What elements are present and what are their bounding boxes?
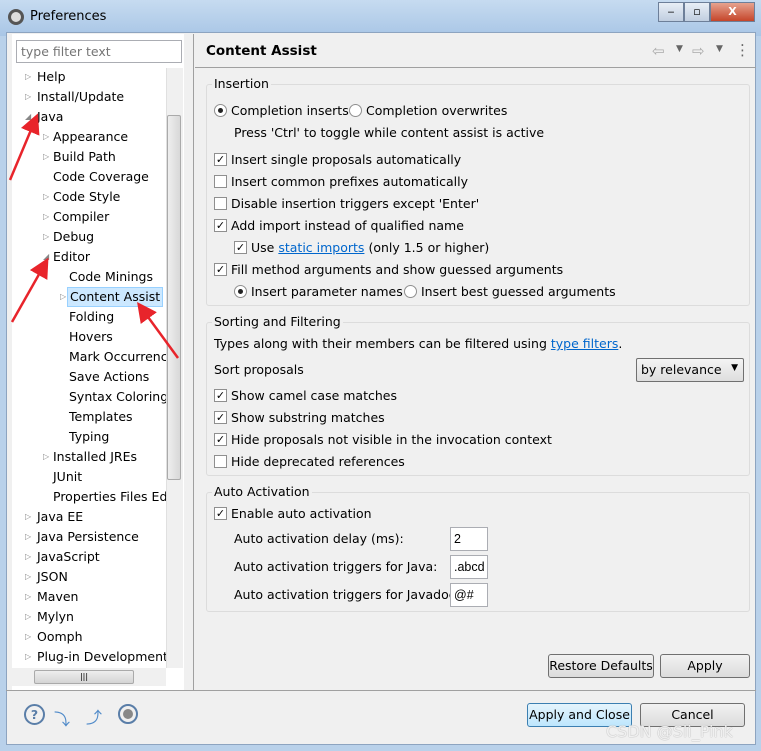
annotation-arrows [8,113,180,359]
annotation-arrow-java [8,113,40,181]
annotation-arrow-editor [10,257,49,323]
annotation-arrow-content-assist [137,301,180,359]
